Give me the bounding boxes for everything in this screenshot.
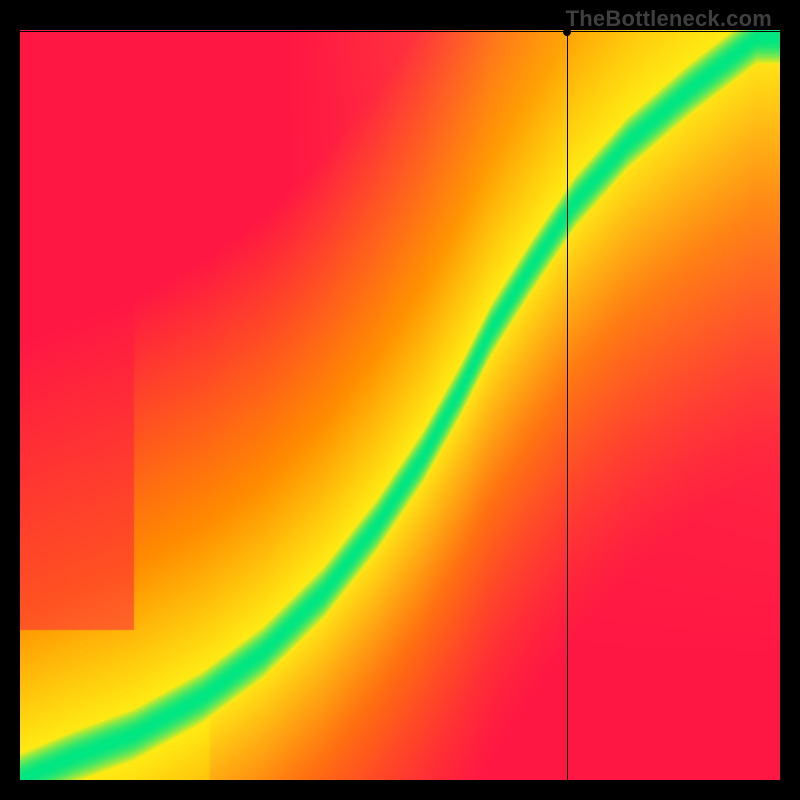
heatmap-canvas [20,30,780,780]
crosshair-vertical [567,30,568,780]
heatmap-plot [20,30,780,780]
watermark-text: TheBottleneck.com [566,6,772,32]
